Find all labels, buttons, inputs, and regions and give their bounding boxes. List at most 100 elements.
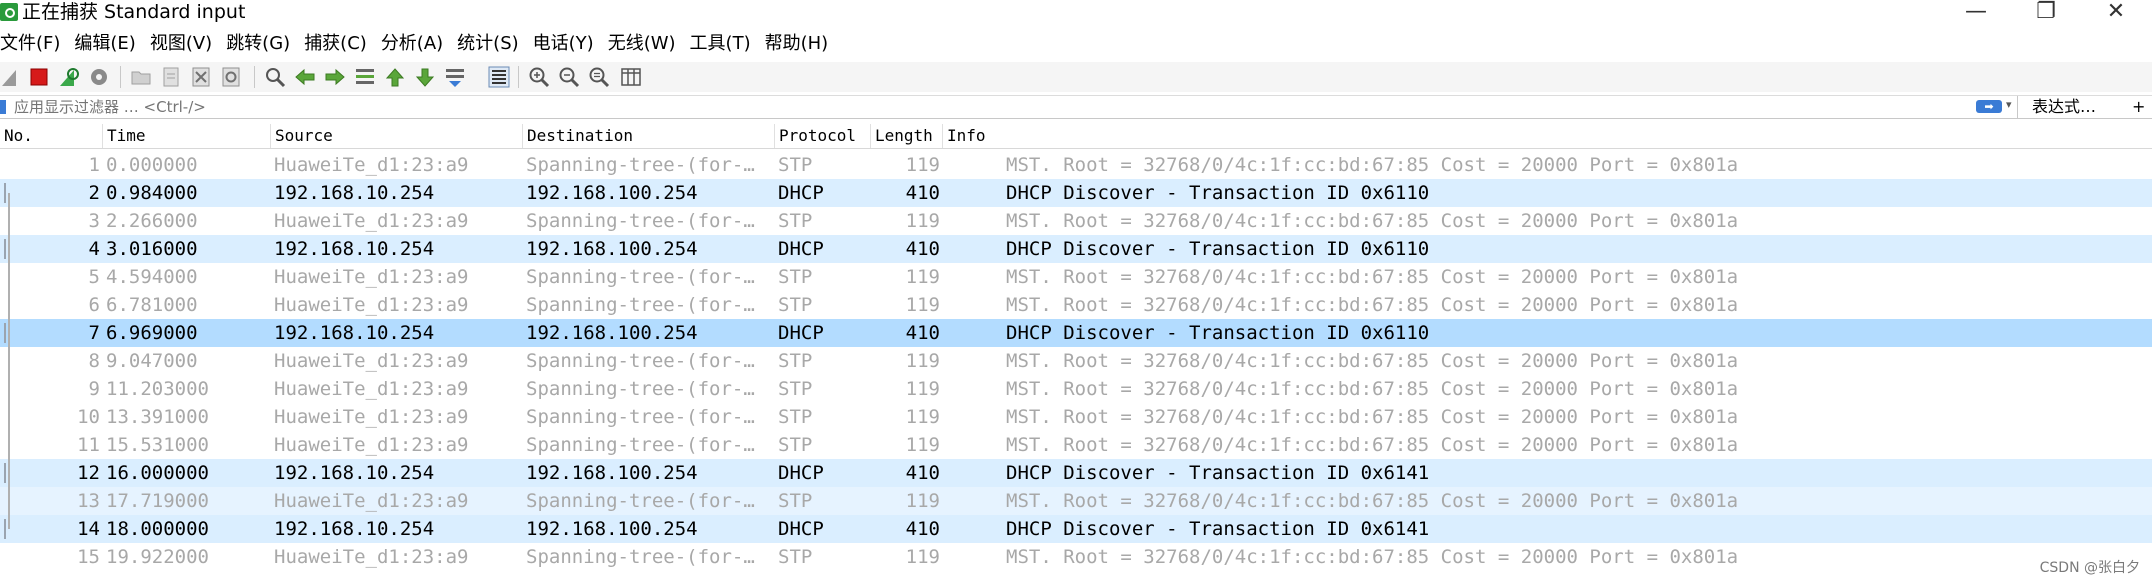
- packet-protocol: STP: [778, 546, 813, 568]
- menu-capture[interactable]: 捕获(C): [304, 30, 373, 58]
- maximize-button[interactable]: ❐: [2016, 0, 2076, 26]
- packet-destination: 192.168.100.254: [526, 518, 698, 540]
- display-filter-bar: ➡ ▾ 表达式… +: [0, 95, 2152, 119]
- column-header-protocol[interactable]: Protocol: [775, 124, 871, 148]
- packet-row[interactable]: 12 16.000000 192.168.10.254 192.168.100.254…: [0, 459, 2152, 487]
- packet-info: MST. Root = 32768/0/4c:1f:cc:bd:67:85 Co…: [1006, 266, 1739, 288]
- packet-source: HuaweiTe_d1:23:a9: [274, 266, 469, 288]
- go-last-icon[interactable]: [414, 66, 436, 88]
- column-header-no[interactable]: No.: [0, 124, 103, 148]
- column-header-length[interactable]: Length: [871, 124, 943, 148]
- packet-destination: Spanning-tree-(for-…: [526, 490, 755, 512]
- packet-source: 192.168.10.254: [274, 462, 435, 484]
- packet-no: 1: [88, 154, 100, 176]
- packet-row[interactable]: 9 11.203000 HuaweiTe_d1:23:a9 Spanning-tree…: [0, 375, 2152, 403]
- packet-protocol: DHCP: [778, 322, 824, 344]
- menu-file[interactable]: 文件(F): [0, 30, 66, 58]
- close-button[interactable]: ✕: [2086, 0, 2146, 26]
- go-to-packet-icon[interactable]: [354, 66, 376, 88]
- toolbar-separator: [254, 66, 255, 88]
- save-file-icon[interactable]: [160, 66, 182, 88]
- shark-fin-start-icon[interactable]: [0, 66, 22, 88]
- menu-analyze[interactable]: 分析(A): [381, 30, 449, 58]
- packet-row[interactable]: 10 13.391000 HuaweiTe_d1:23:a9 Spanning-tre…: [0, 403, 2152, 431]
- packet-row[interactable]: 8 9.047000 HuaweiTe_d1:23:a9 Spanning-tree-…: [0, 347, 2152, 375]
- packet-protocol: STP: [778, 294, 813, 316]
- packet-row[interactable]: 15 19.922000 HuaweiTe_d1:23:a9 Spanning-tre…: [0, 543, 2152, 571]
- minimize-button[interactable]: —: [1946, 0, 2006, 26]
- column-header-source[interactable]: Source: [271, 124, 523, 148]
- packet-no: 6: [88, 294, 100, 316]
- reload-file-icon[interactable]: [220, 66, 242, 88]
- packet-protocol: STP: [778, 154, 813, 176]
- column-header-info[interactable]: Info: [943, 124, 2152, 148]
- packet-row[interactable]: 6 6.781000 HuaweiTe_d1:23:a9 Spanning-tree-…: [0, 291, 2152, 319]
- packet-protocol: DHCP: [778, 238, 824, 260]
- display-filter-input[interactable]: [14, 96, 2019, 118]
- find-packet-icon[interactable]: [264, 66, 286, 88]
- packet-destination: Spanning-tree-(for-…: [526, 406, 755, 428]
- packet-row[interactable]: 5 4.594000 HuaweiTe_d1:23:a9 Spanning-tree-…: [0, 263, 2152, 291]
- capture-options-icon[interactable]: [88, 66, 110, 88]
- resize-columns-icon[interactable]: [620, 66, 642, 88]
- packet-row[interactable]: 11 15.531000 HuaweiTe_d1:23:a9 Spanning-tre…: [0, 431, 2152, 459]
- packet-source: HuaweiTe_d1:23:a9: [274, 406, 469, 428]
- packet-protocol: STP: [778, 490, 813, 512]
- column-header-destination[interactable]: Destination: [523, 124, 775, 148]
- packet-time: 6.781000: [106, 294, 198, 316]
- normal-size-icon[interactable]: [588, 66, 610, 88]
- menu-tools[interactable]: 工具(T): [690, 30, 757, 58]
- packet-row[interactable]: 14 18.000000 192.168.10.254 192.168.100.254…: [0, 515, 2152, 543]
- packet-row[interactable]: 13 17.719000 HuaweiTe_d1:23:a9 Spanning-tre…: [0, 487, 2152, 515]
- packet-info: MST. Root = 32768/0/4c:1f:cc:bd:67:85 Co…: [1006, 350, 1739, 372]
- zoom-out-icon[interactable]: [558, 66, 580, 88]
- packet-destination: 192.168.100.254: [526, 182, 698, 204]
- bookmark-icon[interactable]: [0, 100, 6, 114]
- auto-scroll-icon[interactable]: [444, 66, 466, 88]
- packet-length: 119: [905, 434, 940, 456]
- go-back-icon[interactable]: [294, 66, 316, 88]
- add-filter-button[interactable]: +: [2132, 96, 2145, 118]
- packet-no: 7: [88, 322, 100, 344]
- packet-source: HuaweiTe_d1:23:a9: [274, 490, 469, 512]
- packet-row[interactable]: 7 6.969000 192.168.10.254 192.168.100.254 DH…: [0, 319, 2152, 347]
- packet-no: 10: [77, 406, 100, 428]
- menu-go[interactable]: 跳转(G): [226, 30, 296, 58]
- close-file-icon[interactable]: [190, 66, 212, 88]
- menu-wireless[interactable]: 无线(W): [608, 30, 682, 58]
- packet-protocol: STP: [778, 210, 813, 232]
- packet-row[interactable]: 3 2.266000 HuaweiTe_d1:23:a9 Spanning-tree-…: [0, 207, 2152, 235]
- menu-help[interactable]: 帮助(H): [765, 30, 835, 58]
- packet-source: HuaweiTe_d1:23:a9: [274, 210, 469, 232]
- packet-row[interactable]: 4 3.016000 192.168.10.254 192.168.100.254 DH…: [0, 235, 2152, 263]
- packet-row[interactable]: 2 0.984000 192.168.10.254 192.168.100.254 DH…: [0, 179, 2152, 207]
- open-file-icon[interactable]: [130, 66, 152, 88]
- packet-protocol: DHCP: [778, 182, 824, 204]
- go-first-icon[interactable]: [384, 66, 406, 88]
- packet-length: 119: [905, 406, 940, 428]
- stop-capture-icon[interactable]: [28, 66, 50, 88]
- packet-time: 3.016000: [106, 238, 198, 260]
- packet-destination: Spanning-tree-(for-…: [526, 350, 755, 372]
- packet-protocol: STP: [778, 378, 813, 400]
- packet-length: 119: [905, 546, 940, 568]
- packet-time: 16.000000: [106, 462, 209, 484]
- menu-telephony[interactable]: 电话(Y): [533, 30, 600, 58]
- packet-protocol: STP: [778, 350, 813, 372]
- column-header-time[interactable]: Time: [103, 124, 271, 148]
- packet-time: 11.203000: [106, 378, 209, 400]
- window-title: 正在捕获 Standard input: [22, 1, 246, 23]
- expression-button[interactable]: 表达式…: [2032, 96, 2096, 118]
- packet-no: 3: [88, 210, 100, 232]
- zoom-in-icon[interactable]: [528, 66, 550, 88]
- colorize-icon[interactable]: [488, 66, 510, 88]
- restart-capture-icon[interactable]: [58, 66, 80, 88]
- menu-edit[interactable]: 编辑(E): [74, 30, 141, 58]
- menu-statistics[interactable]: 统计(S): [457, 30, 524, 58]
- apply-filter-arrow-icon[interactable]: ➡: [1976, 100, 2002, 113]
- packet-row[interactable]: 1 0.000000 HuaweiTe_d1:23:a9 Spanning-tree-…: [0, 151, 2152, 179]
- packet-length: 119: [905, 350, 940, 372]
- filter-history-dropdown-icon[interactable]: ▾: [2006, 98, 2012, 111]
- menu-view[interactable]: 视图(V): [150, 30, 218, 58]
- go-forward-icon[interactable]: [324, 66, 346, 88]
